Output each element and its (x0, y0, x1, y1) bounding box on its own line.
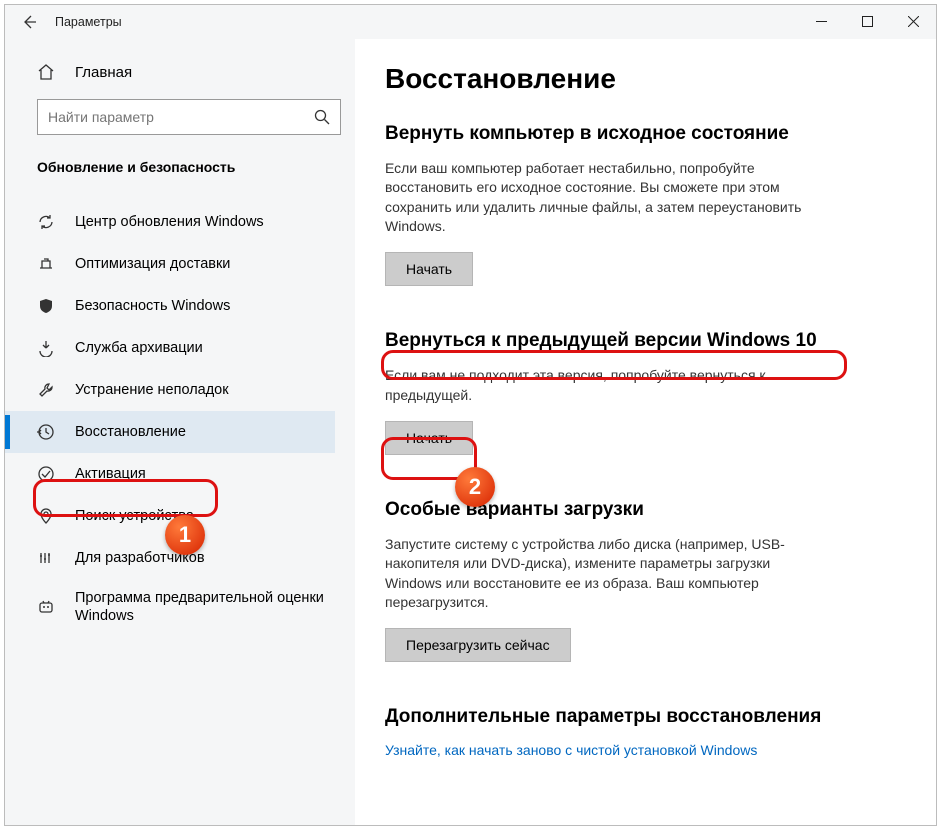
reset-section: Вернуть компьютер в исходное состояние Е… (385, 123, 906, 286)
sidebar-menu: Центр обновления Windows Оптимизация дос… (37, 201, 335, 635)
fresh-start-link[interactable]: Узнайте, как начать заново с чистой уста… (385, 742, 757, 758)
recovery-icon (37, 423, 55, 441)
back-icon[interactable] (21, 14, 37, 30)
sidebar-item-label: Центр обновления Windows (75, 213, 264, 231)
sidebar-item-troubleshoot[interactable]: Устранение неполадок (5, 369, 335, 411)
annotation-badge-1: 1 (165, 515, 205, 555)
home-icon (37, 63, 55, 81)
goback-button[interactable]: Начать (385, 421, 473, 455)
sidebar-item-insider[interactable]: Программа предварительной оценки Windows (5, 579, 335, 635)
sidebar: Главная Обновление и безопасность Центр … (5, 39, 355, 825)
shield-icon (37, 297, 55, 315)
sidebar-item-label: Безопасность Windows (75, 297, 230, 315)
minimize-button[interactable] (798, 5, 844, 37)
sidebar-item-backup[interactable]: Служба архивации (5, 327, 335, 369)
annotation-badge-2: 2 (455, 467, 495, 507)
sidebar-item-label: Устранение неполадок (75, 381, 229, 399)
titlebar: Параметры (5, 5, 936, 39)
category-heading: Обновление и безопасность (37, 159, 341, 175)
sidebar-item-security[interactable]: Безопасность Windows (5, 285, 335, 327)
reset-heading: Вернуть компьютер в исходное состояние (385, 123, 906, 145)
search-icon (314, 109, 330, 125)
sidebar-item-label: Оптимизация доставки (75, 255, 230, 273)
settings-window: Параметры Главная Обновление и безопасно… (4, 4, 937, 826)
sidebar-item-label: Служба архивации (75, 339, 203, 357)
window-controls (798, 5, 936, 37)
reset-body: Если ваш компьютер работает нестабильно,… (385, 159, 825, 236)
sidebar-item-label: Программа предварительной оценки Windows (75, 589, 335, 625)
sidebar-item-activation[interactable]: Активация (5, 453, 335, 495)
advanced-body: Запустите систему с устройства либо диск… (385, 535, 825, 612)
more-heading: Дополнительные параметры восстановления (385, 706, 906, 728)
backup-icon (37, 339, 55, 357)
sidebar-item-delivery[interactable]: Оптимизация доставки (5, 243, 335, 285)
home-button[interactable]: Главная (37, 63, 341, 81)
insider-icon (37, 598, 55, 616)
check-icon (37, 465, 55, 483)
location-icon (37, 507, 55, 525)
sidebar-item-recovery[interactable]: Восстановление (5, 411, 335, 453)
sidebar-item-label: Восстановление (75, 423, 186, 441)
main-panel: Восстановление Вернуть компьютер в исход… (355, 39, 936, 825)
maximize-button[interactable] (844, 5, 890, 37)
window-title: Параметры (55, 15, 122, 29)
goback-body: Если вам не подходит эта версия, попробу… (385, 366, 825, 405)
advanced-section: Особые варианты загрузки Запустите систе… (385, 499, 906, 662)
sync-icon (37, 213, 55, 231)
reset-button[interactable]: Начать (385, 252, 473, 286)
home-label: Главная (75, 64, 132, 81)
sidebar-item-label: Активация (75, 465, 146, 483)
goback-heading: Вернуться к предыдущей версии Windows 10 (385, 330, 906, 352)
more-section: Дополнительные параметры восстановления … (385, 706, 906, 758)
advanced-button[interactable]: Перезагрузить сейчас (385, 628, 571, 662)
delivery-icon (37, 255, 55, 273)
search-input[interactable] (37, 99, 341, 135)
goback-section: Вернуться к предыдущей версии Windows 10… (385, 330, 906, 455)
page-title: Восстановление (385, 63, 906, 95)
sidebar-item-update[interactable]: Центр обновления Windows (5, 201, 335, 243)
developers-icon (37, 549, 55, 567)
close-button[interactable] (890, 5, 936, 37)
search-field[interactable] (48, 109, 314, 125)
wrench-icon (37, 381, 55, 399)
